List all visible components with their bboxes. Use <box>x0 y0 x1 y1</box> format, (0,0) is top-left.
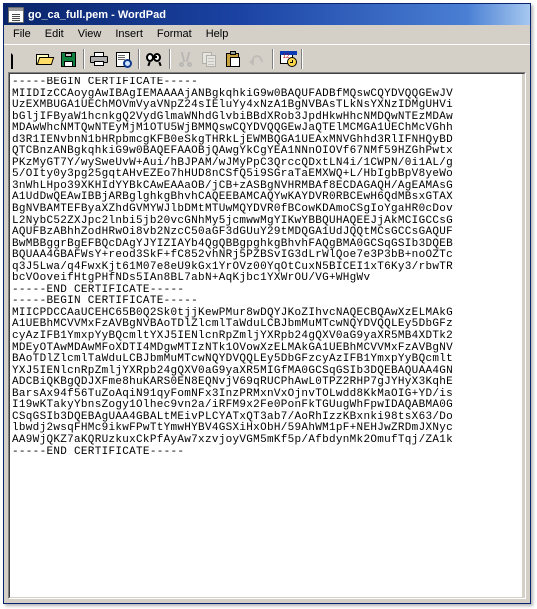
certificate-line: MDAwWhcNMTQwNTEyMjM1OTU5WjBMMQswCQYDVQQG… <box>12 122 454 135</box>
screenshot-root: go_ca_full.pem - WordPad File Edit View … <box>0 0 537 609</box>
undo-button[interactable] <box>245 48 269 71</box>
wordpad-window: go_ca_full.pem - WordPad File Edit View … <box>3 3 531 604</box>
document-surface[interactable]: -----BEGIN CERTIFICATE----- MIIDIzCCAoygA… <box>9 73 525 598</box>
menu-help[interactable]: Help <box>199 26 236 43</box>
save-button[interactable] <box>56 48 80 71</box>
print-preview-button[interactable] <box>111 48 135 71</box>
copy-button[interactable] <box>197 48 221 71</box>
new-button[interactable] <box>8 48 32 71</box>
clipboard-paste-icon <box>225 50 241 67</box>
title-bar[interactable]: go_ca_full.pem - WordPad <box>4 4 530 25</box>
toolbar-container: 12 <box>4 44 530 74</box>
wordpad-document-icon <box>8 6 24 23</box>
window-title: go_ca_full.pem - WordPad <box>28 8 166 21</box>
save-floppy-icon <box>60 51 76 67</box>
date-time-button[interactable]: 12 <box>276 48 300 71</box>
document-client-area[interactable]: -----BEGIN CERTIFICATE----- MIIDIzCCAoygA… <box>8 72 526 599</box>
menu-format[interactable]: Format <box>150 26 199 43</box>
menu-edit[interactable]: Edit <box>38 26 71 43</box>
certificate-line: BgNVBAMTEFByaXZhdGVMYWJlbDMtMTUwMQYDVR0f… <box>12 203 454 216</box>
certificate-line: cyAzIFB1YmxpYyBQcmltYXJ5IENlcnRpZmljYXRp… <box>12 330 454 343</box>
calendar-clock-icon: 12 <box>279 51 297 67</box>
open-button[interactable] <box>32 48 56 71</box>
toolbar-separator <box>80 48 87 70</box>
cut-button[interactable] <box>173 48 197 71</box>
toolbar: 12 <box>4 46 530 72</box>
find-button[interactable] <box>142 48 166 71</box>
print-preview-icon <box>116 51 132 68</box>
certificate-line: UzEXMBUGA1UEChMOVmVyaVNpZ24sIEluYy4xNzA1… <box>12 99 454 112</box>
certificate-line: -----BEGIN CERTIFICATE----- <box>12 77 199 88</box>
certificate-text[interactable]: -----BEGIN CERTIFICATE----- MIIDIzCCAoygA… <box>12 77 524 597</box>
open-folder-icon <box>35 52 54 66</box>
toolbar-separator <box>300 48 304 70</box>
menu-insert[interactable]: Insert <box>108 26 150 43</box>
menu-file[interactable]: File <box>6 26 38 43</box>
toolbar-separator <box>166 48 173 70</box>
print-button[interactable] <box>87 48 111 71</box>
printer-icon <box>90 52 108 66</box>
toolbar-separator <box>269 48 276 70</box>
certificate-line: AA9WjQKZ7aKQRUzkuxCkPfAyAw7xzvjoyVGM5mKf… <box>12 433 454 446</box>
new-document-icon <box>11 49 29 69</box>
undo-arrow-icon <box>249 53 265 66</box>
right-edge-rule <box>522 74 524 597</box>
copy-pages-icon <box>201 51 217 67</box>
certificate-line: -----END CERTIFICATE----- <box>12 445 185 458</box>
toolbar-separator <box>135 48 142 70</box>
menu-view[interactable]: View <box>71 26 109 43</box>
menu-bar: File Edit View Insert Format Help <box>4 25 530 44</box>
certificate-line: BAoTDlZlcmlTaWduLCBJbmMuMTcwNQYDVQQLEy5D… <box>12 353 454 366</box>
paste-button[interactable] <box>221 48 245 71</box>
scissors-cut-icon <box>178 51 192 67</box>
certificate-line: AQUFBzABhhZodHRwOi8vb2NzcC50aGF3dGUuY29t… <box>12 226 454 239</box>
binoculars-find-icon <box>145 52 163 66</box>
